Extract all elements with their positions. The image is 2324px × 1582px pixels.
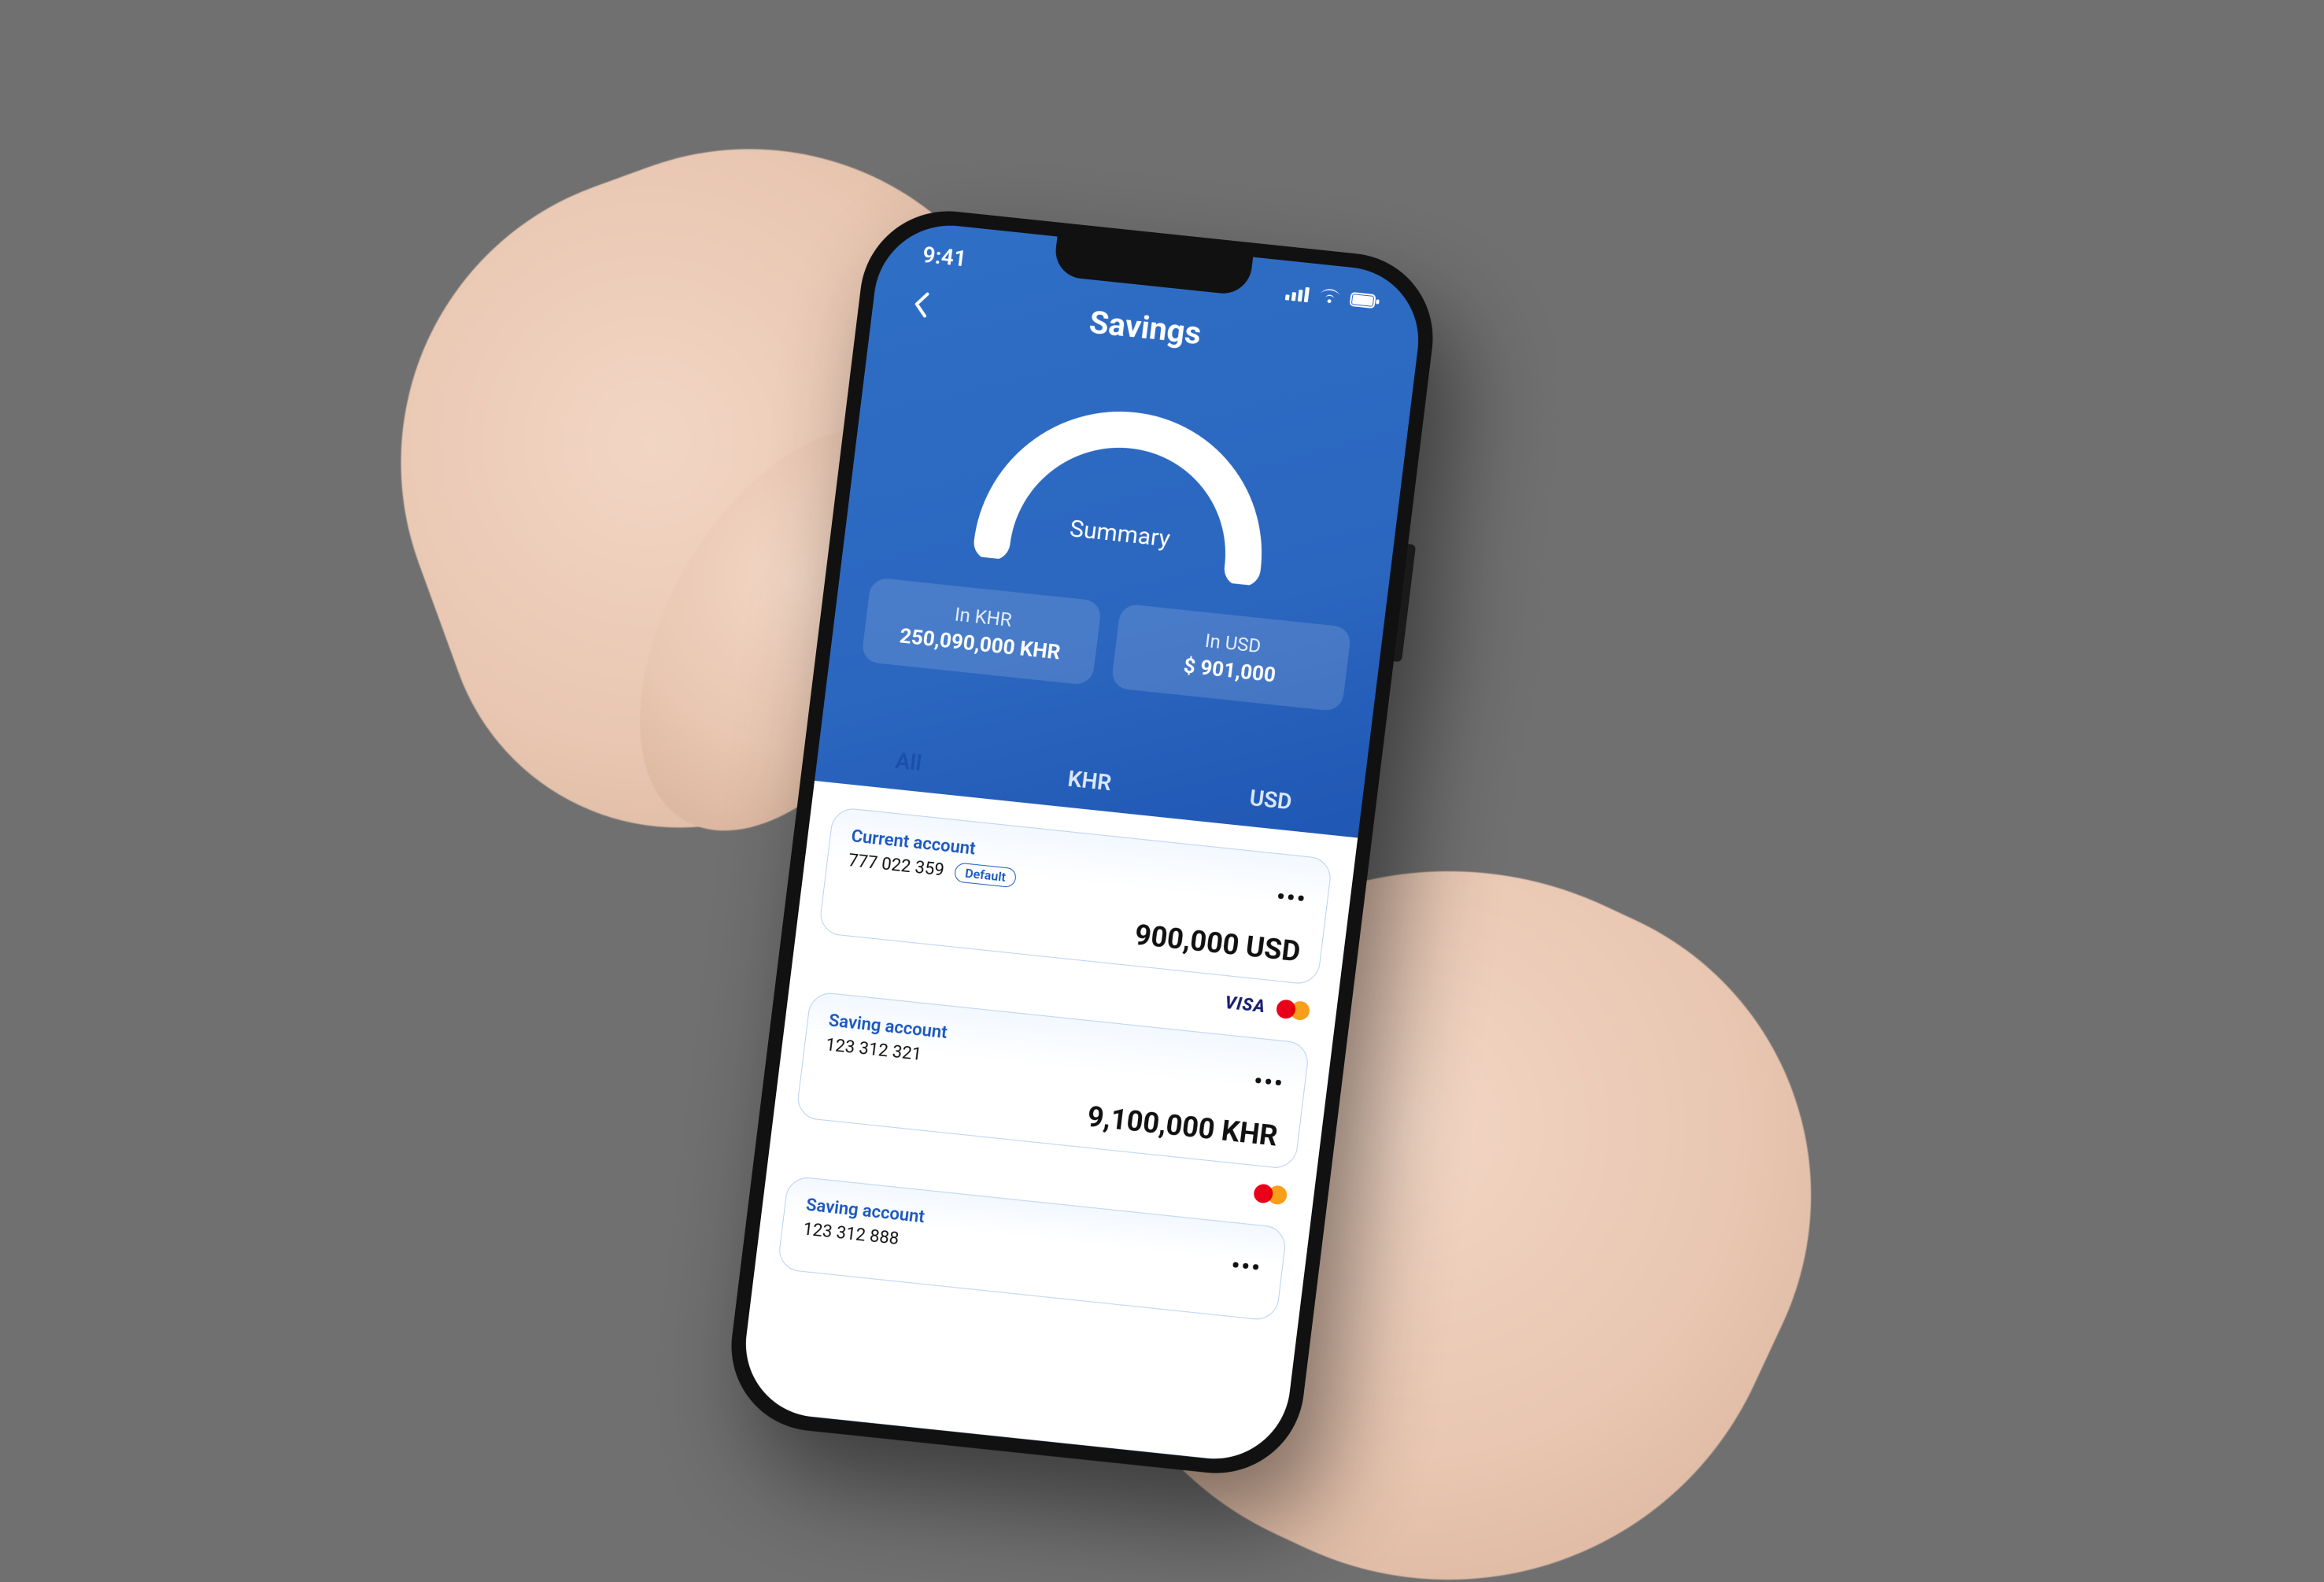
account-number: 777 022 359 — [847, 851, 945, 881]
accounts-sheet: Current account 777 022 359 Default ••• … — [737, 781, 1358, 1466]
summary-card-usd[interactable]: In USD $ 901,000 — [1110, 603, 1352, 712]
more-icon: ••• — [1229, 1252, 1262, 1283]
account-more-button[interactable]: ••• — [1276, 893, 1306, 904]
account-more-button[interactable]: ••• — [1254, 1078, 1284, 1089]
back-button[interactable] — [903, 287, 938, 322]
wifi-icon — [1318, 288, 1342, 306]
summary-gauge: Summary — [951, 374, 1302, 588]
more-icon: ••• — [1275, 883, 1308, 914]
account-more-button[interactable]: ••• — [1231, 1262, 1262, 1273]
summary-card-khr[interactable]: In KHR 250,090,000 KHR — [861, 577, 1103, 686]
page-title: Savings — [1088, 304, 1203, 353]
summary-cards: In KHR 250,090,000 KHR In USD $ 901,000 — [861, 577, 1352, 712]
battery-icon — [1349, 291, 1380, 310]
mastercard-icon — [1275, 997, 1310, 1022]
status-time: 9:41 — [922, 241, 968, 272]
chevron-left-icon — [911, 290, 931, 319]
account-number: 123 312 321 — [825, 1035, 923, 1065]
phone-mockup: 9:41 — [722, 203, 1443, 1482]
signal-icon — [1285, 284, 1310, 302]
more-icon: ••• — [1252, 1068, 1285, 1099]
visa-icon: VISA — [1224, 993, 1267, 1017]
mastercard-icon — [1253, 1181, 1288, 1207]
account-number: 123 312 888 — [802, 1220, 900, 1250]
default-badge: Default — [954, 862, 1017, 888]
app-screen: 9:41 — [737, 218, 1427, 1466]
